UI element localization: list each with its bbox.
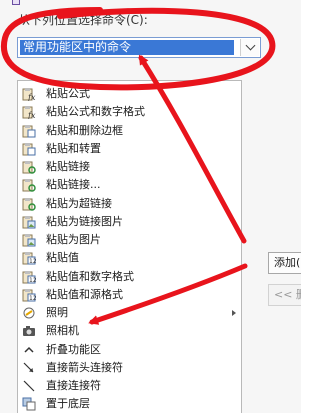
command-item[interactable]: 粘贴和删除边框: [18, 122, 241, 140]
customize-icon: [12, 0, 20, 5]
command-label: 粘贴值和源格式: [46, 287, 123, 301]
paste-transpose-icon: [22, 142, 36, 156]
paste-values-source-format-icon: 12: [22, 288, 36, 302]
command-item[interactable]: 粘贴为超链接: [18, 195, 241, 213]
paste-values-icon: 12: [22, 251, 36, 265]
straight-connector-icon: [22, 379, 36, 393]
svg-text:12: 12: [29, 295, 36, 302]
command-label: 粘贴值和数字格式: [46, 269, 134, 283]
command-item[interactable]: 12 粘贴值和源格式: [18, 286, 241, 304]
paste-formula-number-format-icon: fx: [22, 105, 36, 119]
command-label: 粘贴和转置: [46, 141, 101, 155]
lighting-icon: [22, 306, 36, 320]
dropdown-button[interactable]: [240, 39, 259, 56]
command-item[interactable]: 折叠功能区: [18, 341, 241, 359]
choose-commands-label: 从下列位置选择命令(C):: [18, 13, 148, 27]
paste-link-dialog-icon: [22, 178, 36, 193]
command-label: 直接箭头连接符: [46, 360, 123, 374]
command-item[interactable]: 照相机: [18, 322, 241, 340]
command-item[interactable]: 置于底层: [18, 395, 241, 413]
command-item[interactable]: 粘贴为图片: [18, 231, 241, 249]
command-label: 照相机: [46, 324, 79, 338]
submenu-arrow-icon: [232, 310, 236, 316]
command-label: 粘贴值: [46, 251, 79, 265]
command-item[interactable]: fx 粘贴公式: [18, 85, 241, 103]
chevron-down-icon: [245, 40, 255, 51]
command-item[interactable]: fx 粘贴公式和数字格式: [18, 103, 241, 121]
paste-hyperlink-icon: [22, 197, 36, 211]
combo-selected-value: 常用功能区中的命令: [20, 40, 234, 55]
command-label: 粘贴为图片: [46, 233, 101, 247]
commands-list: fx 粘贴公式 fx 粘贴公式和数字格式 粘贴和删除边框 粘贴和转置粘贴链接粘贴链接...…: [18, 85, 241, 413]
svg-text:12: 12: [29, 258, 36, 265]
command-label: 粘贴公式和数字格式: [46, 105, 145, 119]
quick-access-customize-panel: 从下列位置选择命令(C): 常用功能区中的命令 fx 粘贴公式 fx 粘贴公式和数字格…: [0, 0, 301, 413]
choose-commands-dropdown[interactable]: 常用功能区中的命令: [17, 37, 261, 58]
command-label: 粘贴链接...: [46, 178, 101, 192]
command-item[interactable]: 直接连接符: [18, 377, 241, 395]
svg-text:12: 12: [29, 277, 36, 284]
command-label: 粘贴和删除边框: [46, 123, 123, 137]
add-button[interactable]: 添加(: [268, 252, 301, 274]
paste-no-borders-icon: [22, 124, 36, 138]
command-item[interactable]: 粘贴为链接图片: [18, 213, 241, 231]
svg-text:fx: fx: [27, 93, 36, 101]
paste-link-icon: [22, 160, 36, 174]
command-item[interactable]: 粘贴和转置: [18, 140, 241, 158]
command-label: 粘贴公式: [46, 87, 90, 101]
paste-values-number-format-icon: 12: [22, 270, 36, 284]
command-label: 粘贴为链接图片: [46, 214, 123, 228]
arrow-connector-icon: [22, 361, 36, 375]
paste-picture-icon: [22, 233, 36, 247]
command-item[interactable]: 12 粘贴值: [18, 249, 241, 267]
command-label: 折叠功能区: [46, 342, 101, 356]
command-label: 照明: [46, 306, 68, 320]
paste-linked-picture-icon: [22, 215, 36, 229]
command-item[interactable]: 直接箭头连接符: [18, 359, 241, 377]
send-to-back-icon: [22, 397, 36, 411]
command-label: 直接连接符: [46, 379, 101, 393]
remove-button[interactable]: << 删: [268, 284, 301, 306]
command-item[interactable]: 粘贴链接: [18, 158, 241, 176]
commands-listbox[interactable]: fx 粘贴公式 fx 粘贴公式和数字格式 粘贴和删除边框 粘贴和转置粘贴链接粘贴链接...…: [17, 80, 242, 413]
command-label: 粘贴链接: [46, 160, 90, 174]
paste-formula-icon: fx: [22, 87, 36, 101]
command-label: 粘贴为超链接: [46, 196, 112, 210]
camera-icon: [22, 324, 36, 338]
command-item[interactable]: 粘贴链接...: [18, 176, 241, 194]
command-item[interactable]: 12 粘贴值和数字格式: [18, 268, 241, 286]
command-item[interactable]: 照明: [18, 304, 241, 322]
collapse-ribbon-icon: [22, 343, 36, 357]
svg-text:fx: fx: [27, 111, 36, 119]
command-label: 置于底层: [46, 397, 90, 411]
